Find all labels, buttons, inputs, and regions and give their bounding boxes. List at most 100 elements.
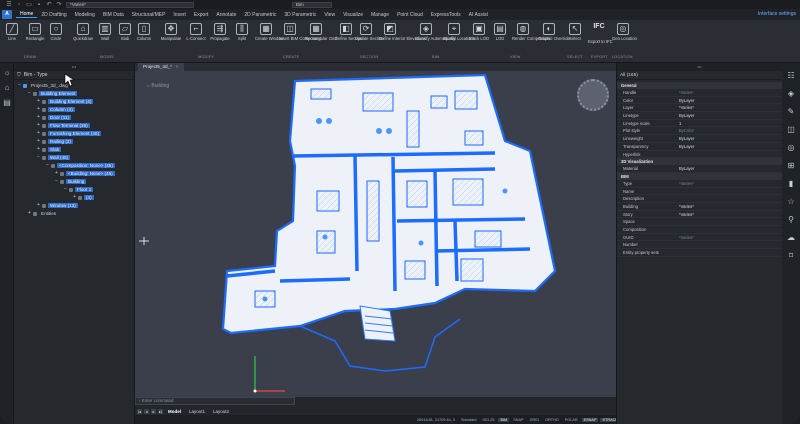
- tab-structural-mep[interactable]: Structural/MEP: [128, 12, 170, 18]
- manipulate-button[interactable]: ✥ Manipulate: [160, 23, 182, 42]
- tree-node[interactable]: + Window (13): [36, 202, 78, 209]
- section-general[interactable]: General: [617, 82, 783, 89]
- command-line[interactable]: › Enter command: [135, 397, 295, 405]
- tab-2d-drafting[interactable]: 2D Drafting: [37, 12, 70, 18]
- tab-model[interactable]: Model: [165, 409, 184, 414]
- tab-manage[interactable]: Manage: [367, 12, 393, 18]
- status-iso[interactable]: ISO-25: [480, 418, 496, 422]
- geo-location-button[interactable]: ◎ Geo Location: [612, 23, 637, 42]
- status-bim[interactable]: BIM: [498, 417, 510, 422]
- tree-node[interactable]: + Column (4): [36, 106, 75, 113]
- tree-node[interactable]: + Flow Terminal (36): [36, 122, 90, 129]
- status-ortho[interactable]: ORTHO: [543, 418, 561, 422]
- tab-modeling[interactable]: Modeling: [71, 12, 99, 18]
- property-row[interactable]: Handle *Varies*: [617, 89, 783, 97]
- blocks-icon[interactable]: ⊞: [786, 161, 796, 171]
- workspace-combo[interactable]: Bim: [292, 1, 332, 8]
- last-layout-icon[interactable]: ▸|: [158, 408, 163, 414]
- property-row[interactable]: Plot style ByColor: [617, 127, 783, 136]
- property-row[interactable]: Hyperlink: [617, 151, 783, 159]
- favorites-icon[interactable]: ☆: [786, 197, 796, 207]
- property-row[interactable]: Number: [617, 241, 783, 250]
- tab-insert[interactable]: Insert: [169, 12, 190, 18]
- tab-2d-parametric[interactable]: 2D Parametric: [240, 12, 280, 18]
- section-3d-visualization[interactable]: 3D Visualization: [617, 158, 783, 166]
- section-bim[interactable]: BIM: [617, 172, 783, 180]
- tree-node-building-element[interactable]: − Building Element: [27, 90, 78, 97]
- prev-layout-icon[interactable]: ◂: [144, 408, 149, 414]
- library-icon[interactable]: ◫: [786, 125, 796, 135]
- classify-automatically-button[interactable]: ◈ Classify Automatically: [415, 23, 456, 42]
- tree-node[interactable]: + <Building: None> (45): [54, 170, 115, 177]
- redo-icon[interactable]: ↷: [56, 2, 62, 8]
- layer-combo[interactable]: *Varies*: [66, 1, 194, 8]
- bulb-icon[interactable]: ☼: [2, 68, 12, 78]
- layers-icon[interactable]: ◈: [786, 89, 796, 99]
- tab-bim-data[interactable]: BIM Data: [99, 12, 128, 18]
- tab-3d-parametric[interactable]: 3D Parametric: [280, 12, 320, 18]
- structure-icon[interactable]: ▤: [2, 98, 12, 108]
- quickdraw-button[interactable]: ⌂ Quickdraw: [72, 23, 94, 42]
- status-snap[interactable]: SNAP: [511, 418, 525, 422]
- save-icon[interactable]: ▪: [36, 2, 42, 8]
- lod-button[interactable]: ▤ LOD: [489, 23, 511, 42]
- status-grid[interactable]: GRID: [528, 418, 542, 422]
- app-logo[interactable]: A: [2, 10, 12, 19]
- tree-node[interactable]: + Building Element (4): [36, 98, 94, 105]
- drawing-viewport[interactable]: Project5_3d_* × ⌂ Building: [135, 63, 616, 397]
- tree-node[interactable]: − Floor 1: [63, 186, 94, 193]
- property-row[interactable]: Composition: [617, 226, 783, 234]
- property-row[interactable]: Story *Varies*: [617, 211, 783, 219]
- bim-edit-icon[interactable]: ✎: [786, 107, 796, 117]
- split-button[interactable]: ⫼ Split: [231, 23, 253, 42]
- spatial-locations-button[interactable]: ⌖ Spatial Locations: [443, 23, 475, 42]
- tab-annotate[interactable]: Annotate: [212, 12, 240, 18]
- document-tab[interactable]: Project5_3d_* ×: [138, 63, 184, 71]
- property-row[interactable]: Linetype ByLayer: [617, 112, 783, 120]
- home-icon[interactable]: ⌂: [2, 83, 12, 93]
- block-lod-button[interactable]: ▣ Block LOD: [468, 23, 490, 42]
- update-section-button[interactable]: ⟳ Update Section: [355, 23, 384, 42]
- define-section-button[interactable]: ◧ Define Section: [335, 23, 362, 42]
- property-row[interactable]: Entity property sets: [617, 249, 783, 257]
- property-row[interactable]: Material ByLayer: [617, 165, 783, 173]
- compositions-icon[interactable]: ◎: [786, 143, 796, 153]
- undo-icon[interactable]: ↶: [46, 2, 52, 8]
- panel-grip[interactable]: •••: [617, 63, 782, 71]
- tree-node-wall[interactable]: − Wall (45): [36, 154, 71, 161]
- tree-node[interactable]: + Furnishing Element (40): [36, 130, 102, 137]
- tree-node[interactable]: − <Composition: None> (45): [45, 162, 115, 169]
- select-button[interactable]: ↖ Select: [564, 23, 586, 42]
- property-row[interactable]: Type *Varies*: [617, 180, 783, 188]
- attach-icon[interactable]: ⚲: [786, 215, 796, 225]
- column-button[interactable]: ▯ Column: [133, 23, 155, 42]
- circle-button[interactable]: ○ Circle: [45, 23, 67, 42]
- tab-visualize[interactable]: Visualize: [339, 12, 367, 18]
- property-row[interactable]: Building *Varies*: [617, 203, 783, 211]
- panel-grip[interactable]: •••: [14, 63, 134, 71]
- define-interior-elevations-button[interactable]: ◩ Define Interior Elevations: [379, 23, 426, 42]
- create-window-button[interactable]: ▦ Create Window: [255, 23, 284, 42]
- tree-node[interactable]: − Building: [54, 178, 87, 185]
- property-row[interactable]: Layer *Varies*: [617, 104, 783, 113]
- rectangular-grid-button[interactable]: ▦ Rectangular Grid: [305, 23, 337, 42]
- selection-combo[interactable]: All (165): [617, 71, 782, 80]
- menu-icon[interactable]: ☰: [6, 2, 12, 8]
- bookmark-icon[interactable]: ⌑: [786, 251, 796, 261]
- property-row[interactable]: Name: [617, 188, 783, 196]
- tree-node[interactable]: + (4): [72, 194, 94, 201]
- tab-expresstools[interactable]: ExpressTools: [427, 12, 465, 18]
- structure-filter[interactable]: ⛉ Bim - Type: [14, 71, 134, 80]
- tree-node[interactable]: + Door (11): [36, 114, 72, 121]
- properties-icon[interactable]: ☷: [786, 71, 796, 81]
- tab-layout2[interactable]: Layout2: [210, 409, 232, 414]
- tree-node-entities[interactable]: + Entities: [27, 210, 58, 217]
- property-row[interactable]: Linetype scale 1: [617, 120, 783, 128]
- open-folder-icon[interactable]: ▭: [26, 2, 32, 8]
- tab-view[interactable]: View: [320, 12, 339, 18]
- property-row[interactable]: Description: [617, 195, 783, 203]
- profiles-icon[interactable]: ▮: [786, 179, 796, 189]
- tab-layout1[interactable]: Layout1: [186, 409, 208, 414]
- property-row[interactable]: Transparency ByLayer: [617, 143, 783, 151]
- status-polar[interactable]: POLAR: [563, 418, 580, 422]
